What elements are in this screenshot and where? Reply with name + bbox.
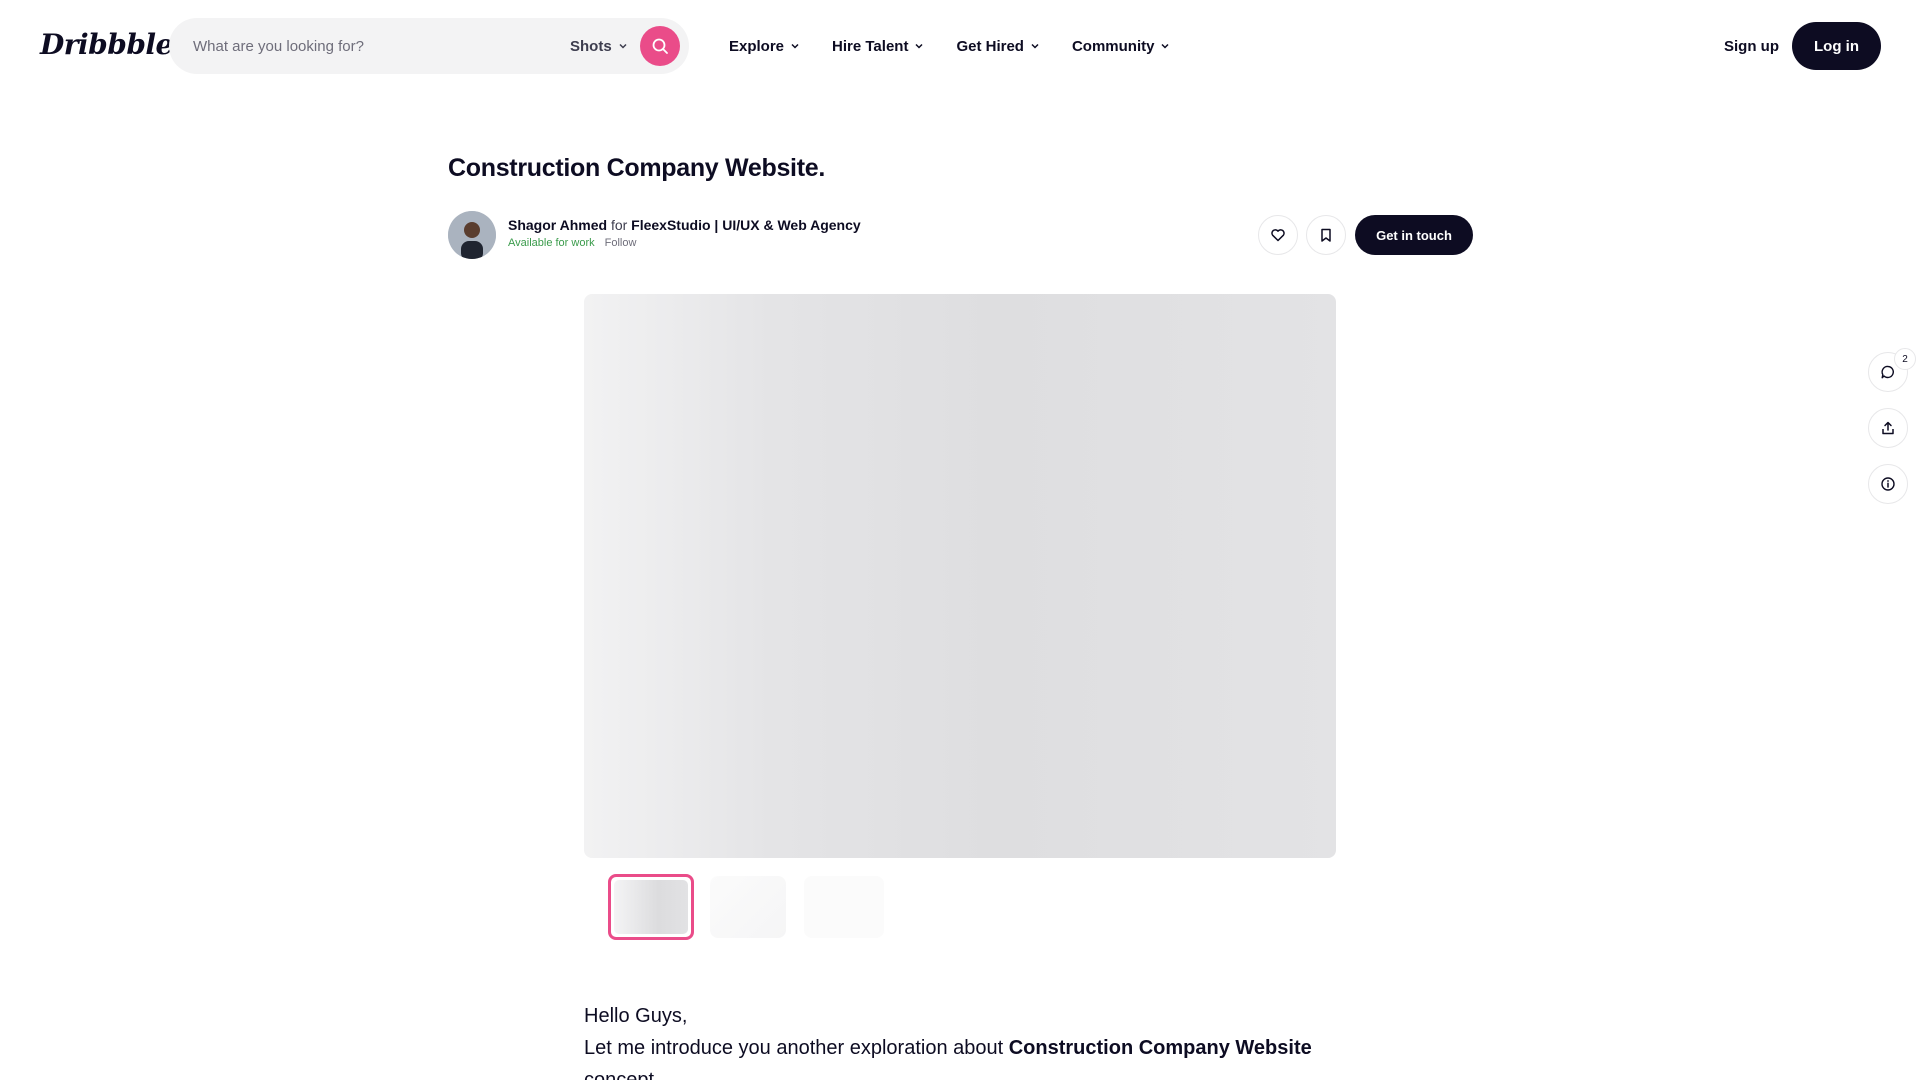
media-thumbnail-1[interactable] — [608, 874, 694, 940]
info-icon — [1881, 477, 1895, 491]
nav-community[interactable]: Community — [1072, 38, 1171, 55]
nav-explore[interactable]: Explore — [729, 38, 800, 55]
main-nav: Explore Hire Talent Get Hired Community — [729, 0, 1170, 92]
author-line: Shagor Ahmed for FleexStudio | UI/UX & W… — [508, 217, 861, 233]
user-avatar-icon — [448, 211, 496, 259]
team-name-link[interactable]: FleexStudio | UI/UX & Web Agency — [631, 217, 861, 233]
sign-up-link[interactable]: Sign up — [1724, 0, 1779, 92]
availability-badge: Available for work — [508, 237, 595, 249]
get-in-touch-button[interactable]: Get in touch — [1355, 215, 1473, 255]
shot-title: Construction Company Website. — [448, 154, 825, 182]
heart-icon — [1271, 229, 1285, 242]
nav-hire-talent[interactable]: Hire Talent — [832, 38, 924, 55]
shot-media[interactable] — [584, 294, 1336, 858]
description-intro-text: Let me introduce you another exploration… — [584, 1037, 1009, 1059]
bookmark-icon — [1321, 228, 1331, 242]
description-greeting: Hello Guys, — [584, 1005, 688, 1027]
share-button[interactable] — [1868, 408, 1908, 448]
chevron-down-icon — [1031, 43, 1039, 49]
info-button[interactable] — [1868, 464, 1908, 504]
search-filter-label: Shots — [570, 37, 612, 55]
avatar[interactable] — [448, 211, 496, 259]
nav-get-hired[interactable]: Get Hired — [956, 38, 1040, 55]
log-in-button[interactable]: Log in — [1792, 22, 1881, 70]
search-input[interactable] — [193, 18, 533, 74]
chevron-down-icon — [915, 43, 923, 49]
top-navbar: Dribbble Shots Explore Hire Talent Get H… — [0, 0, 1920, 92]
comment-icon — [1881, 365, 1894, 379]
share-icon — [1882, 421, 1894, 435]
nav-explore-label: Explore — [729, 37, 785, 55]
media-thumbnail-2[interactable] — [710, 876, 786, 938]
search-bar: Shots — [169, 18, 689, 74]
author-sub-line: Available for work Follow — [508, 237, 636, 249]
comment-count-badge: 2 — [1894, 348, 1916, 370]
search-button[interactable] — [640, 26, 680, 66]
search-icon — [652, 38, 668, 54]
nav-get-hired-label: Get Hired — [956, 37, 1024, 55]
chevron-down-icon — [1161, 43, 1169, 49]
author-name-link[interactable]: Shagor Ahmed — [508, 217, 607, 233]
description-intro-bold: Construction Company Website — [1008, 1037, 1312, 1059]
chevron-down-icon — [791, 43, 799, 49]
search-filter-dropdown[interactable]: Shots — [570, 18, 628, 74]
description-intro: Let me introduce you another exploration… — [584, 1032, 1344, 1064]
nav-hire-talent-label: Hire Talent — [832, 37, 909, 55]
like-button[interactable] — [1258, 215, 1298, 255]
author-for-text: for — [610, 217, 628, 233]
save-button[interactable] — [1306, 215, 1346, 255]
nav-community-label: Community — [1071, 37, 1155, 55]
description-intro-end: concept. — [584, 1069, 660, 1080]
dribbble-logo[interactable]: Dribbble — [40, 28, 173, 61]
shot-description: Hello Guys, Let me introduce you another… — [584, 1000, 1344, 1080]
media-thumbnail-3[interactable] — [804, 876, 884, 938]
chevron-down-icon — [619, 43, 627, 49]
follow-link[interactable]: Follow — [605, 237, 637, 249]
thumbnail-image — [614, 880, 688, 934]
